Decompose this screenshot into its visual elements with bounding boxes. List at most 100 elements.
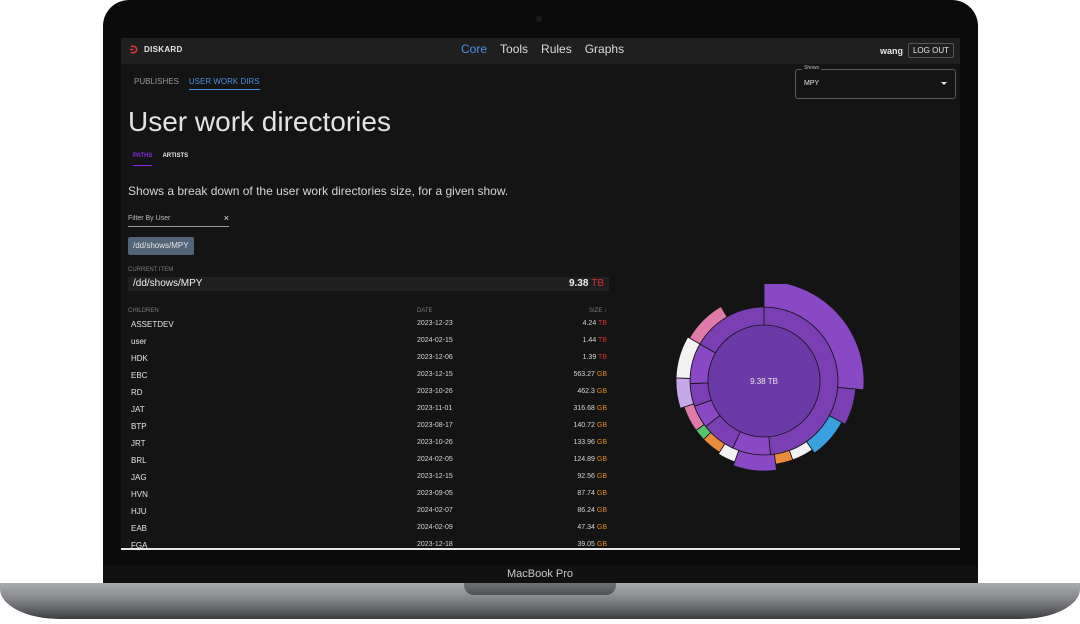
row-date: 2023-12-18 [417, 541, 453, 548]
size-sunburst-chart[interactable]: 9.38 TB [657, 284, 872, 499]
user-area: wang LOG OUT [880, 43, 954, 58]
main-nav: Core Tools Rules Graphs [461, 42, 624, 56]
shows-select[interactable]: Shows MPY [795, 65, 956, 99]
view-tabs: PATHS ARTISTS [133, 153, 188, 166]
row-size: 1.39 TB [583, 354, 607, 361]
row-date: 2023-10-26 [417, 439, 453, 446]
row-name: HDK [131, 354, 148, 363]
row-size-value: 316.68 [573, 405, 595, 412]
row-name: JRT [131, 439, 146, 448]
row-size-value: 39.05 [577, 541, 595, 548]
user-name: wang [879, 45, 903, 56]
tab-paths[interactable]: PATHS [133, 153, 153, 166]
model-label: MacBook Pro [506, 568, 574, 580]
sunburst-center-label: 9.38 TB [750, 377, 778, 386]
tab-user-work-dirs[interactable]: USER WORK DIRS [188, 77, 260, 90]
table-row[interactable]: EBC 2023-12-15 563.27 GB [128, 368, 609, 385]
path-breadcrumb-chip[interactable]: /dd/shows/MPY [128, 237, 194, 255]
nav-rules[interactable]: Rules [541, 42, 572, 56]
row-date: 2023-09-05 [417, 490, 453, 497]
page-title: User work directories [128, 106, 391, 137]
shows-select-value: MPY [804, 80, 820, 87]
brand[interactable]: DISKARD [129, 45, 183, 54]
children-table: ASSETDEV 2023-12-23 4.24 TB user 2024-02-15 1… [128, 317, 609, 550]
row-date: 2024-02-15 [417, 337, 453, 344]
row-size-value: 133.96 [573, 439, 595, 446]
row-size: 86.24 GB [577, 507, 607, 514]
row-date: 2023-12-15 [417, 371, 453, 378]
tab-publishes[interactable]: PUBLISHES [134, 77, 179, 90]
current-item-size: 9.38 TB [569, 278, 604, 289]
row-date: 2023-08-17 [417, 422, 453, 429]
nav-core[interactable]: Core [461, 42, 487, 56]
table-row[interactable]: HVN 2023-09-05 87.74 GB [128, 487, 609, 504]
row-size-value: 462.3 [577, 388, 595, 395]
header-size-sort[interactable]: SIZE ↓ [579, 308, 607, 314]
table-row[interactable]: ASSETDEV 2023-12-23 4.24 TB [128, 317, 609, 334]
row-size-unit: TB [598, 337, 607, 344]
row-size-value: 1.39 [582, 354, 597, 361]
top-bar: DISKARD Core Tools Rules Graphs wang LOG… [121, 38, 960, 64]
row-date: 2024-02-07 [417, 507, 453, 514]
row-size: 1.44 TB [583, 337, 607, 344]
row-name: HVN [131, 490, 148, 499]
row-size-unit: GB [596, 473, 607, 480]
section-tabs: PUBLISHES USER WORK DIRS [134, 77, 260, 90]
row-size-value: 1.44 [582, 337, 597, 344]
diskard-logo-icon [129, 45, 138, 54]
table-row[interactable]: RD 2023-10-26 462.3 GB [128, 385, 609, 402]
shows-select-label: Shows [802, 65, 822, 71]
row-name: EAB [131, 524, 148, 533]
camera-icon [536, 16, 542, 22]
filter-by-user: × [128, 213, 229, 227]
table-row[interactable]: JRT 2023-10-26 133.96 GB [128, 436, 609, 453]
page-description: Shows a break down of the user work dire… [128, 184, 509, 198]
table-row[interactable]: HJU 2024-02-07 86.24 GB [128, 504, 609, 521]
filter-user-input[interactable] [128, 213, 218, 224]
row-date: 2024-02-05 [417, 456, 453, 463]
row-size-unit: GB [596, 524, 607, 531]
table-row[interactable]: HDK 2023-12-06 1.39 TB [128, 351, 609, 368]
row-name: user [131, 337, 147, 346]
row-size-unit: GB [596, 507, 607, 514]
clear-icon[interactable]: × [224, 213, 229, 223]
table-row[interactable]: JAT 2023-11-01 316.68 GB [128, 402, 609, 419]
row-name: JAT [131, 405, 145, 414]
row-name: RD [131, 388, 143, 397]
table-row[interactable]: BRL 2024-02-05 124.89 GB [128, 453, 609, 470]
logout-button[interactable]: LOG OUT [907, 43, 954, 58]
row-size-unit: GB [596, 405, 607, 412]
nav-graphs[interactable]: Graphs [585, 42, 624, 56]
current-item-label: CURRENT ITEM [128, 267, 174, 273]
row-size-value: 124.89 [573, 456, 595, 463]
row-name: BRL [131, 456, 147, 465]
row-size-value: 563.27 [573, 371, 595, 378]
current-item-path: /dd/shows/MPY [133, 278, 203, 289]
row-name: JAG [131, 473, 147, 482]
current-item-size-unit: TB [591, 278, 604, 289]
table-row[interactable]: EAB 2024-02-09 47.34 GB [128, 521, 609, 538]
row-size: 39.05 GB [577, 541, 607, 548]
row-size: 92.56 GB [577, 473, 607, 480]
tab-artists[interactable]: ARTISTS [162, 153, 188, 166]
current-item-row: /dd/shows/MPY 9.38 TB [128, 277, 609, 291]
header-children: CHILDREN [128, 308, 159, 314]
scrollbar[interactable] [121, 548, 960, 550]
laptop-hinge-notch [464, 583, 616, 595]
table-row[interactable]: JAG 2023-12-15 92.56 GB [128, 470, 609, 487]
row-date: 2024-02-09 [417, 524, 453, 531]
row-size-value: 140.72 [573, 422, 595, 429]
row-size: 316.68 GB [574, 405, 608, 412]
nav-tools[interactable]: Tools [500, 42, 528, 56]
row-date: 2023-11-01 [417, 405, 453, 412]
row-size-unit: GB [596, 490, 607, 497]
row-size-unit: GB [596, 388, 607, 395]
row-size-unit: GB [596, 541, 607, 548]
row-size: 133.96 GB [574, 439, 608, 446]
table-row[interactable]: BTP 2023-08-17 140.72 GB [128, 419, 609, 436]
row-size: 124.89 GB [574, 456, 608, 463]
row-size-value: 4.24 [582, 320, 597, 327]
row-size: 140.72 GB [574, 422, 608, 429]
table-row[interactable]: user 2024-02-15 1.44 TB [128, 334, 609, 351]
header-date: DATE [417, 308, 433, 314]
